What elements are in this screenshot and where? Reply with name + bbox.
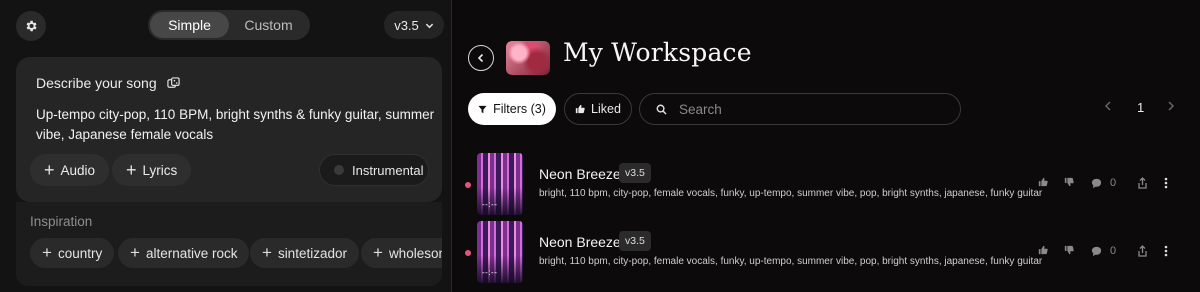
instrumental-toggle[interactable]: Instrumental (319, 154, 429, 186)
song-duration: --:-- (482, 200, 498, 209)
inspiration-tag[interactable]: + alternative rock (118, 238, 250, 268)
song-cover-image[interactable]: --:-- (477, 153, 523, 215)
workspace-title: My Workspace (563, 38, 752, 67)
search-icon (656, 104, 667, 115)
inspiration-tag[interactable]: + wholesome (361, 238, 442, 268)
pager-next-button[interactable] (1167, 101, 1175, 114)
thumbs-up-icon (1038, 177, 1048, 187)
dislike-button[interactable] (1064, 245, 1074, 255)
inspiration-label: Inspiration (30, 214, 93, 229)
like-button[interactable] (1038, 245, 1048, 255)
thumbs-up-icon (1038, 245, 1048, 255)
share-button[interactable] (1137, 177, 1148, 189)
dice-icon[interactable] (166, 76, 180, 90)
chevron-right-icon (1168, 101, 1175, 111)
song-tags: bright, 110 bpm, city-pop, female vocals… (539, 256, 1043, 267)
comment-count: 0 (1110, 245, 1117, 257)
song-prompt-input[interactable]: Up-tempo city-pop, 110 BPM, bright synth… (36, 105, 436, 145)
like-button[interactable] (1038, 177, 1048, 187)
more-vertical-icon (1164, 177, 1168, 189)
thumbs-up-icon (575, 104, 585, 114)
gear-icon (26, 20, 37, 32)
create-panel: Simple Custom v3.5 Describe your song Up… (0, 0, 452, 292)
search-input[interactable] (679, 101, 939, 117)
audio-label: Audio (60, 162, 96, 178)
thumbs-down-icon (1064, 177, 1074, 187)
describe-title: Describe your song (36, 75, 157, 91)
share-icon (1138, 245, 1147, 257)
song-row[interactable]: --:-- Neon Breeze v3.5 bright, 110 bpm, … (453, 221, 1200, 287)
chevron-down-icon (425, 23, 433, 28)
describe-heading: Describe your song (36, 75, 180, 91)
song-title[interactable]: Neon Breeze (539, 166, 621, 182)
comment-icon (1091, 178, 1102, 188)
comments-button[interactable]: 0 (1091, 177, 1116, 189)
pager-prev-button[interactable] (1104, 101, 1112, 114)
add-audio-button[interactable]: + Audio (30, 154, 110, 186)
tag-label: country (57, 245, 103, 261)
comments-button[interactable]: 0 (1091, 245, 1116, 257)
tag-label: sintetizador (277, 245, 347, 261)
song-tags: bright, 110 bpm, city-pop, female vocals… (539, 188, 1043, 199)
chevron-left-icon (1104, 101, 1111, 111)
page-number: 1 (1137, 100, 1145, 115)
inspiration-section: Inspiration + country + alternative rock… (16, 202, 442, 286)
thumbs-down-icon (1064, 245, 1074, 255)
new-indicator-dot (465, 250, 471, 256)
plus-icon: + (130, 243, 140, 262)
version-select[interactable]: v3.5 (384, 11, 444, 39)
plus-icon: + (262, 243, 272, 262)
song-cover-image[interactable]: --:-- (477, 221, 523, 283)
filters-button[interactable]: Filters (3) (468, 93, 556, 125)
new-indicator-dot (465, 182, 471, 188)
song-row[interactable]: --:-- Neon Breeze v3.5 bright, 110 bpm, … (453, 153, 1200, 219)
filters-label: Filters (3) (493, 102, 546, 116)
liked-label: Liked (591, 102, 621, 116)
tag-label: alternative rock (145, 245, 238, 261)
instrumental-label: Instrumental (352, 162, 424, 178)
more-vertical-icon (1164, 245, 1168, 257)
lyrics-label: Lyrics (142, 162, 178, 178)
share-button[interactable] (1137, 245, 1148, 257)
comment-icon (1091, 246, 1102, 256)
workspace-cover-image (506, 41, 550, 75)
inspiration-tag[interactable]: + sintetizador (250, 238, 359, 268)
version-badge: v3.5 (619, 163, 651, 183)
filter-icon (478, 105, 487, 113)
version-label: v3.5 (394, 17, 419, 33)
settings-button[interactable] (16, 11, 46, 41)
workspace-panel: My Workspace Filters (3) Liked 1 --:-- N… (453, 0, 1200, 292)
tab-custom[interactable]: Custom (229, 12, 308, 38)
add-lyrics-button[interactable]: + Lyrics (112, 154, 192, 186)
search-box (639, 93, 961, 125)
plus-icon: + (126, 160, 137, 180)
toggle-indicator (334, 165, 344, 175)
more-options-button[interactable] (1164, 177, 1168, 189)
song-title[interactable]: Neon Breeze (539, 234, 621, 250)
liked-button[interactable]: Liked (564, 93, 632, 125)
tag-label: wholesome (388, 245, 442, 261)
dislike-button[interactable] (1064, 177, 1074, 187)
plus-icon: + (44, 160, 55, 180)
more-options-button[interactable] (1164, 245, 1168, 257)
version-badge: v3.5 (619, 231, 651, 251)
plus-icon: + (373, 243, 383, 262)
song-duration: --:-- (482, 268, 498, 277)
tab-simple[interactable]: Simple (150, 12, 229, 38)
comment-count: 0 (1110, 177, 1117, 189)
plus-icon: + (42, 243, 52, 262)
mode-toggle: Simple Custom (148, 10, 310, 40)
inspiration-tag[interactable]: + country (30, 238, 115, 268)
back-button[interactable] (468, 45, 494, 71)
share-icon (1138, 177, 1147, 189)
chevron-left-icon (477, 53, 484, 63)
